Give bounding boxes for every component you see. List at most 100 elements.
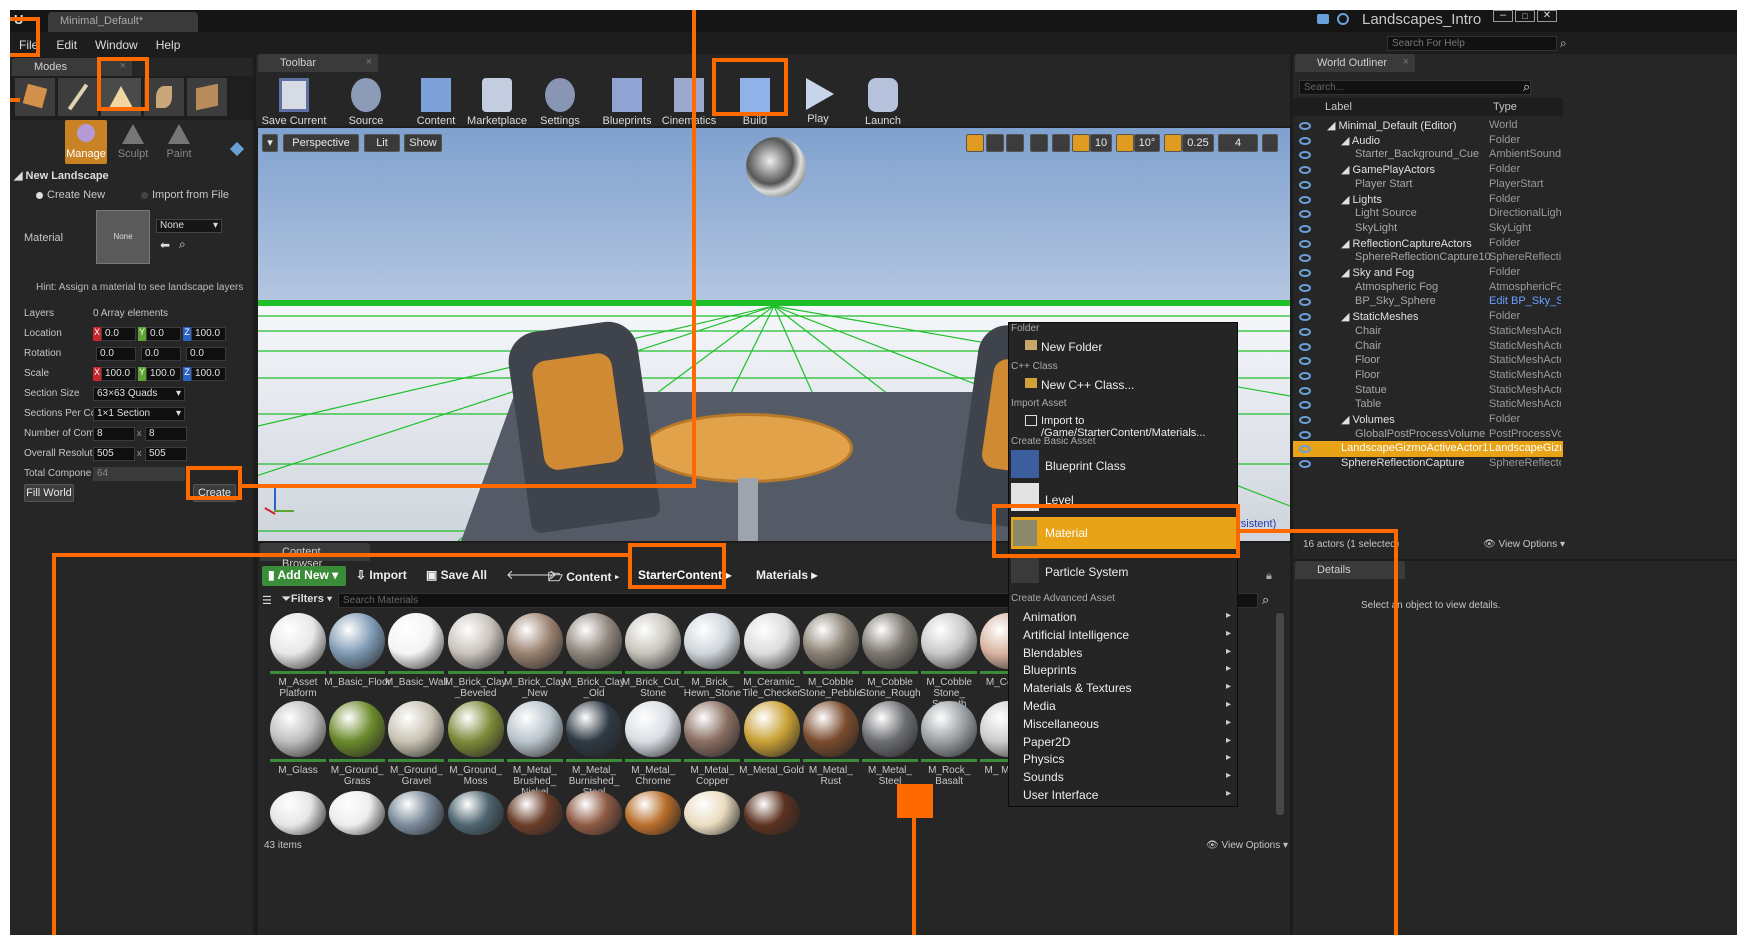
use-selected-arrow-icon[interactable]: ⬅ [160, 238, 170, 252]
angle-snap-value[interactable]: 10° [1134, 134, 1160, 152]
foliage-mode-icon[interactable] [144, 78, 184, 116]
asset-thumbnail[interactable] [447, 791, 504, 835]
marketplace-button[interactable]: Marketplace [465, 74, 529, 134]
outliner-row[interactable]: ◢ Lights Folder [1293, 192, 1563, 208]
visibility-eye-icon[interactable] [1299, 371, 1311, 380]
cm-advanced-item[interactable]: Physics ▸ [1023, 752, 1235, 766]
scale-snap-value[interactable]: 0.25 [1182, 134, 1214, 152]
asset-thumbnail[interactable] [447, 613, 504, 669]
visibility-eye-icon[interactable] [1299, 445, 1311, 454]
outliner-row[interactable]: Chair StaticMeshActor [1293, 324, 1563, 340]
visibility-eye-icon[interactable] [1299, 136, 1311, 145]
visibility-eye-icon[interactable] [1299, 313, 1311, 322]
asset-thumbnail[interactable] [566, 701, 622, 757]
cm-advanced-item[interactable]: Paper2D ▸ [1023, 735, 1235, 749]
asset-thumbnail[interactable] [743, 791, 800, 835]
outliner-row[interactable]: Table StaticMeshActor [1293, 397, 1563, 413]
rotation-y-field[interactable]: 0.0 [141, 347, 181, 361]
source-control-button[interactable]: Source Control [330, 74, 402, 139]
asset-thumbnail[interactable] [329, 791, 386, 835]
lock-icon[interactable]: 🔒︎ [1266, 570, 1272, 583]
cinematics-button[interactable]: Cinematics [658, 74, 720, 134]
asset-thumbnail[interactable] [270, 613, 326, 669]
cm-advanced-item[interactable]: Animation ▸ [1023, 610, 1235, 624]
asset-thumbnail[interactable] [625, 791, 682, 835]
scale-z-field[interactable]: 100.0 [191, 367, 226, 381]
location-z-field[interactable]: 100.0 [191, 327, 226, 341]
help-icon[interactable] [229, 141, 245, 157]
scale-mode-icon[interactable] [1006, 134, 1024, 152]
outliner-row[interactable]: ◢ GamePlayActors Folder [1293, 162, 1563, 178]
menu-file[interactable]: File [10, 32, 47, 52]
asset-thumbnail[interactable] [270, 701, 326, 757]
paint-tool-button[interactable]: Paint [158, 120, 200, 164]
outliner-row[interactable]: Light Source DirectionalLight [1293, 206, 1563, 222]
import-from-file-radio[interactable] [141, 192, 148, 199]
material-thumbnail[interactable]: None [96, 210, 150, 264]
rotation-z-field[interactable]: 0.0 [186, 347, 226, 361]
outliner-row[interactable]: GlobalPostProcessVolume PostProcessVol [1293, 427, 1563, 443]
cm-advanced-item[interactable]: Blueprints ▸ [1023, 663, 1235, 677]
show-button[interactable]: Show [404, 134, 442, 152]
maximize-button[interactable]: □ [1515, 10, 1535, 22]
outliner-row[interactable]: BP_Sky_Sphere Edit BP_Sky_Sp [1293, 294, 1563, 310]
visibility-eye-icon[interactable] [1299, 342, 1311, 351]
visibility-eye-icon[interactable] [1299, 151, 1311, 160]
place-mode-icon[interactable] [15, 78, 55, 116]
asset-thumbnail[interactable] [447, 701, 504, 757]
visibility-eye-icon[interactable] [1299, 269, 1311, 277]
menu-help[interactable]: Help [147, 32, 190, 52]
tab-content-browser[interactable]: Content Browser [260, 543, 370, 570]
column-type[interactable]: Type [1493, 101, 1517, 113]
build-button[interactable]: Build [726, 74, 784, 134]
filters-button[interactable]: ⏷Filters ▾ [282, 593, 332, 606]
angle-snap-icon[interactable] [1116, 134, 1134, 152]
launch-button[interactable]: Launch [850, 74, 916, 134]
outliner-row[interactable]: ◢ ReflectionCaptureActors Folder [1293, 236, 1563, 252]
outliner-row[interactable]: ◢ Minimal_Default (Editor) World [1293, 118, 1563, 134]
cm-new-cpp-class[interactable]: New C++ Class... [1041, 378, 1134, 392]
visibility-eye-icon[interactable] [1299, 401, 1311, 410]
sky-sphere-gizmo[interactable] [746, 137, 806, 197]
visibility-eye-icon[interactable] [1299, 239, 1311, 248]
sections-per-component-dropdown[interactable]: 1×1 Section ▾ [93, 407, 185, 421]
camera-speed-button[interactable]: 4 [1218, 134, 1258, 152]
asset-thumbnail[interactable] [862, 701, 918, 757]
create-button[interactable]: Create [193, 484, 236, 502]
visibility-eye-icon[interactable] [1299, 416, 1311, 424]
visibility-eye-icon[interactable] [1299, 327, 1311, 336]
outliner-row[interactable]: Floor StaticMeshActor [1293, 368, 1563, 384]
blueprints-button[interactable]: Blueprints [592, 74, 662, 134]
asset-thumbnail[interactable] [802, 701, 859, 757]
sources-toggle-icon[interactable]: ☰ [262, 594, 272, 607]
asset-thumbnail[interactable] [329, 701, 386, 757]
asset-thumbnail[interactable] [862, 613, 918, 669]
cm-advanced-item[interactable]: Miscellaneous ▸ [1023, 717, 1235, 731]
visibility-eye-icon[interactable] [1299, 254, 1311, 263]
location-x-field[interactable]: 0.0 [101, 327, 136, 341]
path-content[interactable]: 🗁 Content ▸ [548, 568, 619, 589]
cm-blueprint-class[interactable]: Blueprint Class [1045, 459, 1126, 473]
asset-thumbnail[interactable] [625, 701, 682, 757]
play-button[interactable]: Play [790, 74, 846, 134]
cm-level[interactable]: Level [1045, 493, 1074, 507]
outliner-row[interactable]: SkyLight SkyLight [1293, 221, 1563, 237]
outliner-row[interactable]: ◢ Volumes Folder [1293, 412, 1563, 428]
geometry-mode-icon[interactable] [187, 78, 227, 116]
outliner-row[interactable]: ◢ Audio Folder [1293, 133, 1563, 149]
outliner-row-type[interactable]: Edit BP_Sky_Sp [1489, 295, 1561, 307]
asset-thumbnail[interactable] [684, 701, 741, 757]
path-starter-content[interactable]: StarterContent ▸ [638, 568, 731, 582]
outliner-row[interactable]: ◢ Sky and Fog Folder [1293, 265, 1563, 281]
asset-thumbnail[interactable] [802, 613, 859, 669]
section-new-landscape[interactable]: ◢ New Landscape [14, 169, 109, 182]
visibility-eye-icon[interactable] [1299, 298, 1311, 307]
outliner-search-input[interactable]: Search... [1299, 80, 1531, 95]
scale-y-field[interactable]: 100.0 [146, 367, 181, 381]
browse-search-icon[interactable]: ⌕ [179, 237, 186, 252]
outliner-row[interactable]: Player Start PlayerStart [1293, 177, 1563, 193]
outliner-row[interactable]: ◢ StaticMeshes Folder [1293, 309, 1563, 325]
visibility-eye-icon[interactable] [1299, 122, 1311, 130]
visibility-eye-icon[interactable] [1299, 357, 1311, 366]
notification-icon[interactable] [1317, 14, 1329, 24]
